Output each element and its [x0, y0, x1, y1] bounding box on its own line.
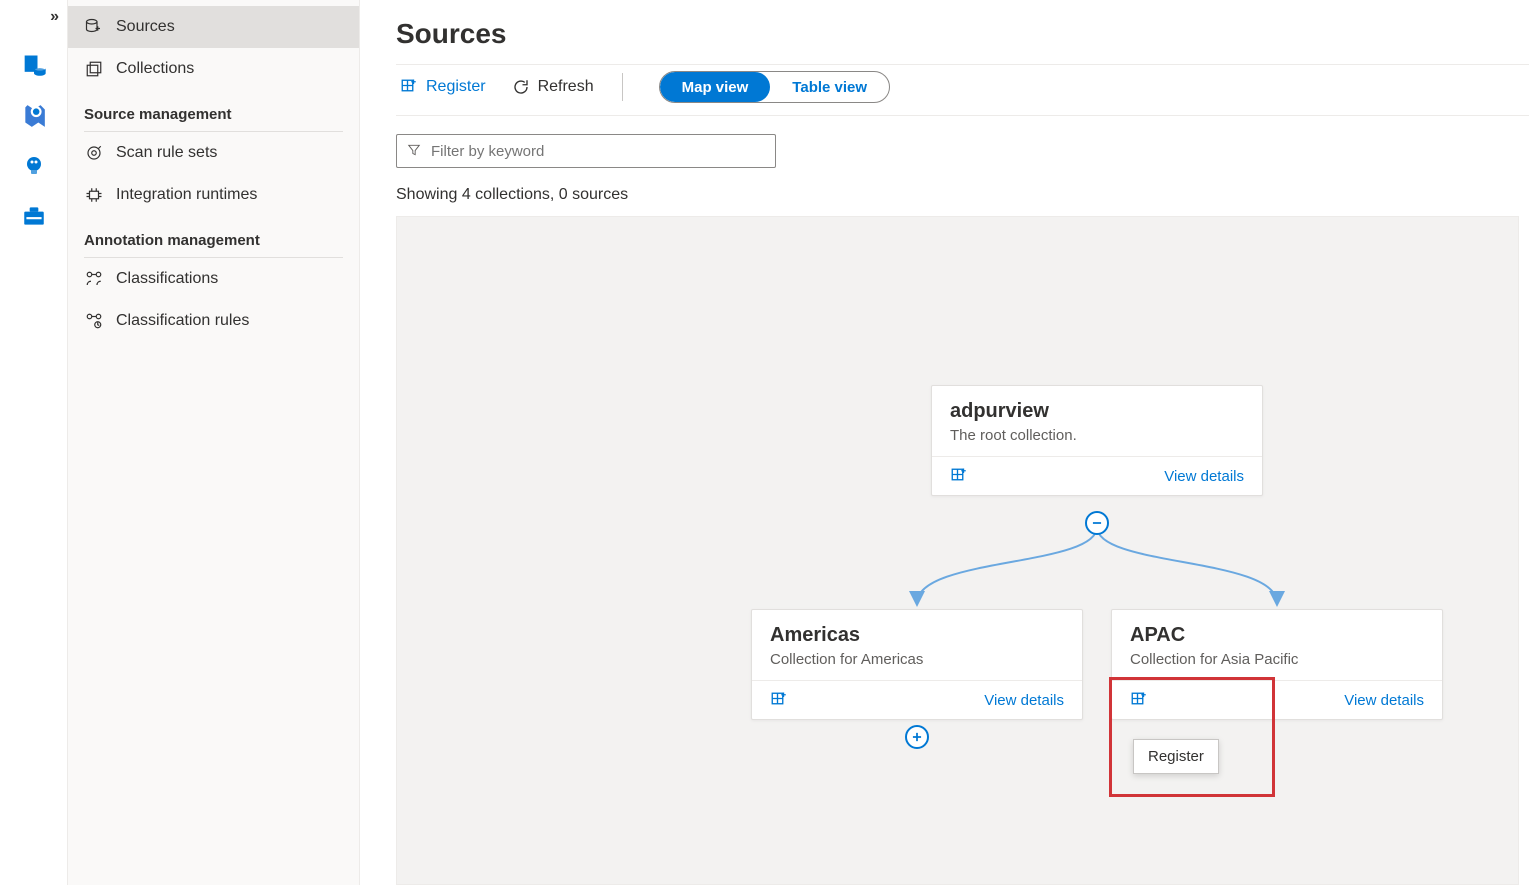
classification-rules-icon: [84, 311, 104, 331]
map-canvas[interactable]: adpurview The root collection. View deta…: [396, 216, 1519, 885]
section-source-mgmt: Source management: [68, 90, 359, 131]
nav-integration-runtimes[interactable]: Integration runtimes: [68, 174, 359, 216]
map-icon[interactable]: [18, 100, 50, 132]
card-register-icon[interactable]: [1130, 691, 1148, 709]
refresh-icon: [512, 78, 530, 96]
sources-icon: [84, 17, 104, 37]
view-details-link[interactable]: View details: [1164, 468, 1244, 485]
section-annotation-mgmt: Annotation management: [68, 216, 359, 257]
nav-label: Classification rules: [116, 312, 249, 330]
nav-scan-rule-sets[interactable]: Scan rule sets: [68, 132, 359, 174]
side-panel: Sources Collections Source management Sc…: [68, 0, 360, 885]
collapse-node-button[interactable]: [1085, 511, 1109, 535]
nav-label: Integration runtimes: [116, 186, 257, 204]
map-view-toggle[interactable]: Map view: [660, 72, 771, 102]
collection-card-root[interactable]: adpurview The root collection. View deta…: [931, 385, 1263, 496]
register-label: Register: [426, 78, 486, 96]
page-title: Sources: [396, 18, 1529, 50]
filter-input[interactable]: [396, 134, 776, 168]
card-title: adpurview: [950, 400, 1244, 423]
view-details-link[interactable]: View details: [1344, 692, 1424, 709]
card-title: Americas: [770, 624, 1064, 647]
toolbar: Register Refresh Map view Table view: [396, 64, 1529, 116]
nav-rail: »: [0, 0, 68, 885]
expand-rail-button[interactable]: »: [50, 8, 59, 26]
filter-icon: [407, 143, 421, 160]
nav-label: Sources: [116, 18, 175, 36]
collection-card-americas[interactable]: Americas Collection for Americas View de…: [751, 609, 1083, 720]
table-view-toggle[interactable]: Table view: [770, 72, 889, 102]
add-node-button[interactable]: [905, 725, 929, 749]
nav-classifications[interactable]: Classifications: [68, 258, 359, 300]
runtime-icon: [84, 185, 104, 205]
collections-icon: [84, 59, 104, 79]
card-register-icon[interactable]: [950, 467, 968, 485]
nav-label: Classifications: [116, 270, 218, 288]
toolbox-icon[interactable]: [18, 200, 50, 232]
card-title: APAC: [1130, 624, 1424, 647]
nav-label: Collections: [116, 60, 194, 78]
grid-plus-icon: [400, 78, 418, 96]
nav-label: Scan rule sets: [116, 144, 217, 162]
card-subtitle: Collection for Americas: [770, 651, 1064, 668]
refresh-button[interactable]: Refresh: [508, 74, 598, 100]
main-content: Sources Register Refresh Map view Table …: [360, 0, 1529, 885]
bulb-icon[interactable]: [18, 150, 50, 182]
nav-sources[interactable]: Sources: [68, 6, 359, 48]
card-subtitle: The root collection.: [950, 427, 1244, 444]
database-icon[interactable]: [18, 50, 50, 82]
nav-collections[interactable]: Collections: [68, 48, 359, 90]
card-register-icon[interactable]: [770, 691, 788, 709]
status-text: Showing 4 collections, 0 sources: [396, 186, 1529, 204]
card-subtitle: Collection for Asia Pacific: [1130, 651, 1424, 668]
refresh-label: Refresh: [538, 78, 594, 96]
view-toggle: Map view Table view: [659, 71, 890, 103]
classifications-icon: [84, 269, 104, 289]
scan-icon: [84, 143, 104, 163]
view-details-link[interactable]: View details: [984, 692, 1064, 709]
register-button[interactable]: Register: [396, 74, 490, 100]
filter-text-input[interactable]: [431, 143, 765, 160]
nav-classification-rules[interactable]: Classification rules: [68, 300, 359, 342]
collection-card-apac[interactable]: APAC Collection for Asia Pacific View de…: [1111, 609, 1443, 720]
register-tooltip: Register: [1133, 739, 1219, 774]
